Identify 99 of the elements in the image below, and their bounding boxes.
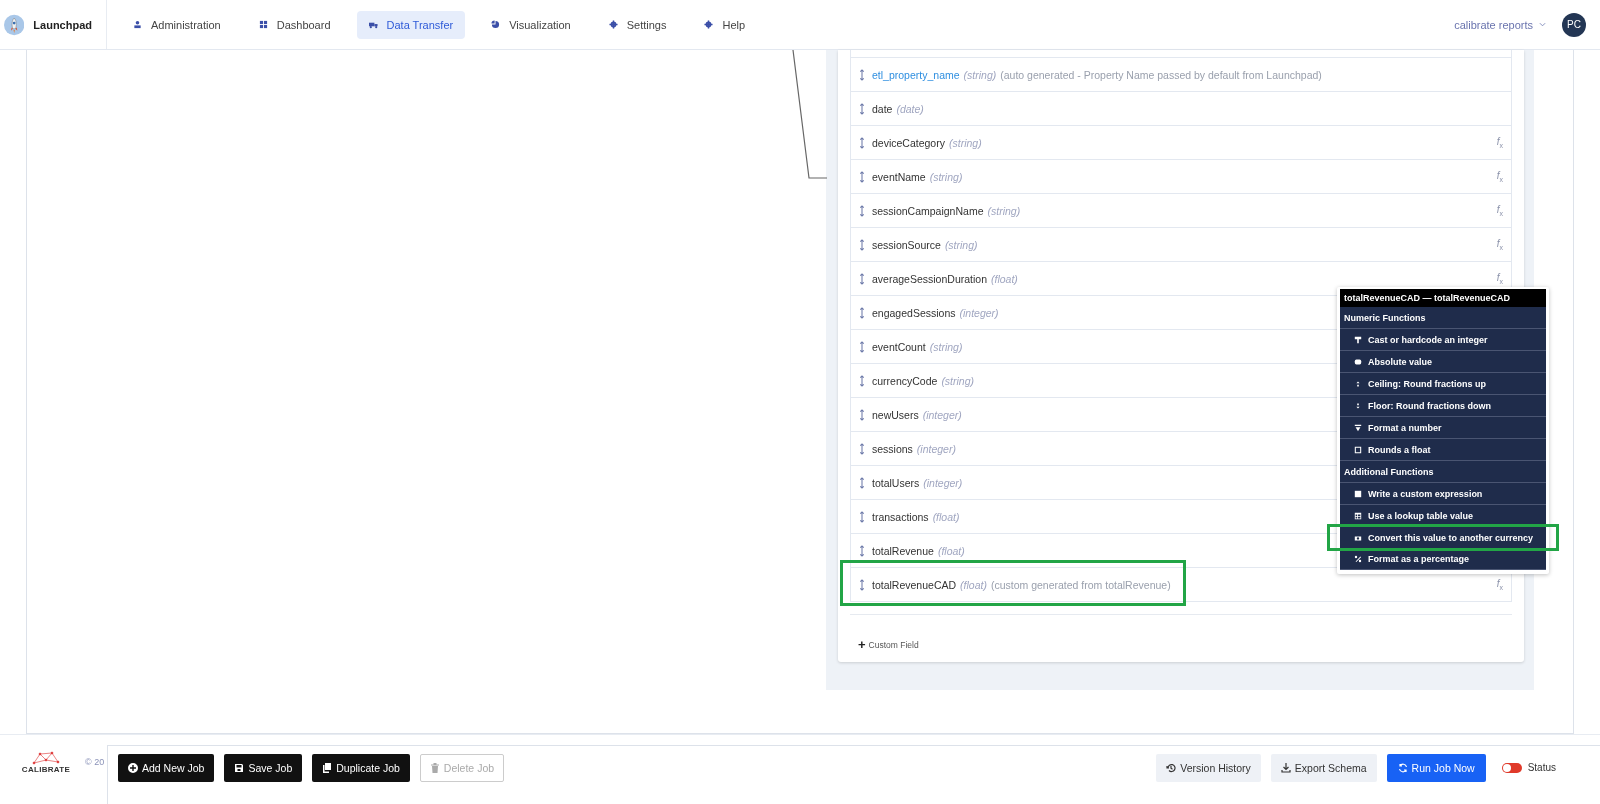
menu-item[interactable]: Cast or hardcode an integer: [1340, 329, 1546, 351]
down-icon: [1354, 401, 1362, 410]
field-type: (integer): [922, 408, 962, 421]
filter-icon: [1354, 423, 1362, 432]
refresh-icon: [1397, 763, 1408, 773]
action-button[interactable]: Duplicate Job: [312, 754, 410, 782]
nav-tab[interactable]: Data Transfer: [356, 10, 466, 39]
menu-item[interactable]: Use a lookup table value: [1340, 505, 1546, 527]
field-name: totalUsers: [872, 476, 920, 489]
nav-tab[interactable]: Visualization: [479, 10, 583, 39]
field-type: (string): [948, 136, 982, 149]
action-button[interactable]: Run Job Now: [1386, 754, 1486, 782]
drag-handle-icon[interactable]: [859, 204, 865, 217]
field-name: sessionSource: [872, 238, 941, 251]
add-custom-field-link[interactable]: + Custom Field: [858, 637, 919, 652]
field-name: eventName: [872, 170, 926, 183]
field-name: date: [872, 102, 893, 115]
nav-tab[interactable]: Dashboard: [246, 10, 343, 39]
menu-item[interactable]: Rounds a float: [1340, 439, 1546, 461]
pie-icon: [491, 20, 501, 29]
field-type: (float): [937, 544, 965, 557]
drag-handle-icon[interactable]: [859, 272, 865, 285]
field-name: currencyCode: [872, 374, 938, 387]
field-type: (string): [929, 170, 963, 183]
drag-handle-icon[interactable]: [859, 170, 865, 183]
cash-icon: [1354, 533, 1362, 542]
truck-icon: [368, 20, 378, 29]
drag-handle-icon[interactable]: [859, 306, 865, 319]
menu-title: totalRevenueCAD — totalRevenueCAD: [1340, 289, 1546, 307]
menu-item[interactable]: Absolute value: [1340, 351, 1546, 373]
field-name: eventCount: [872, 340, 926, 353]
up-icon: [1354, 379, 1362, 388]
field-note: (auto generated - Property Name passed by default from Launchpad): [1000, 68, 1322, 81]
field-type: (float): [932, 510, 960, 523]
drag-handle-icon[interactable]: [859, 442, 865, 455]
drag-handle-icon[interactable]: [859, 510, 865, 523]
history-icon: [1166, 763, 1177, 773]
copy-icon: [322, 763, 333, 773]
status-toggle[interactable]: [1501, 763, 1522, 773]
menu-item[interactable]: Ceiling: Round fractions up: [1340, 373, 1546, 395]
person-icon: [133, 20, 142, 29]
field-name: deviceCategory: [872, 136, 945, 149]
download-icon: [1280, 763, 1291, 773]
menu-item[interactable]: Format as a percentage: [1340, 548, 1546, 570]
nav-tab[interactable]: Help: [692, 10, 758, 39]
user-avatar[interactable]: PC: [1562, 12, 1586, 37]
menu-item[interactable]: Floor: Round fractions down: [1340, 395, 1546, 417]
field-note: (custom generated from totalRevenue): [990, 578, 1171, 591]
menu-item[interactable]: Write a custom expression: [1340, 483, 1546, 505]
drag-handle-icon[interactable]: [859, 544, 865, 557]
field-type: (float): [991, 272, 1018, 285]
drag-handle-icon[interactable]: [859, 238, 865, 251]
account-menu[interactable]: calibrate reports: [1454, 18, 1533, 31]
drag-handle-icon[interactable]: [859, 68, 865, 81]
calibrate-logo: CALIBRATE: [20, 751, 72, 774]
drag-handle-icon[interactable]: [859, 476, 865, 489]
action-button[interactable]: Export Schema: [1270, 754, 1377, 782]
field-name: newUsers: [872, 408, 919, 421]
field-type: (string): [941, 374, 975, 387]
field-type: (date): [896, 102, 924, 115]
nav-tab[interactable]: Administration: [121, 10, 233, 39]
action-button[interactable]: Version History: [1156, 754, 1261, 782]
field-type: (string): [929, 340, 963, 353]
menu-section-header: Additional Functions: [1340, 461, 1546, 483]
field-name: totalRevenue: [872, 544, 934, 557]
field-name: totalRevenueCAD: [872, 578, 957, 591]
drag-handle-icon[interactable]: [859, 102, 865, 115]
field-name: averageSessionDuration: [872, 272, 987, 285]
drag-handle-icon[interactable]: [859, 408, 865, 421]
drag-handle-icon[interactable]: [859, 340, 865, 353]
field-type: (integer): [916, 442, 956, 455]
field-type: (string): [963, 68, 997, 81]
menu-item[interactable]: Format a number: [1340, 417, 1546, 439]
copyright-text: © 20: [85, 757, 105, 767]
table-icon: [1354, 511, 1362, 520]
field-type: (integer): [959, 306, 999, 319]
drag-handle-icon[interactable]: [859, 578, 865, 591]
field-name[interactable]: etl_property_name: [872, 68, 960, 81]
drag-handle-icon[interactable]: [859, 136, 865, 149]
field-name: sessionCampaignName: [872, 204, 984, 217]
status-label: Status: [1527, 762, 1556, 773]
brand-name: Launchpad: [33, 18, 92, 31]
grid-icon: [258, 20, 268, 29]
trash-icon: [429, 763, 440, 773]
drag-handle-icon[interactable]: [859, 374, 865, 387]
field-name: engagedSessions: [872, 306, 956, 319]
field-type: (integer): [923, 476, 963, 489]
field-type: (string): [944, 238, 978, 251]
menu-section-header: Numeric Functions: [1340, 307, 1546, 329]
percent-icon: [1354, 554, 1362, 563]
field-type: (string): [987, 204, 1021, 217]
action-button[interactable]: Add New Job: [118, 754, 215, 782]
field-type: (float): [960, 578, 987, 591]
field-name: sessions: [872, 442, 913, 455]
plus-icon: [128, 763, 138, 773]
nav-tab[interactable]: Settings: [596, 10, 679, 39]
field-name: transactions: [872, 510, 929, 523]
caret-icon: [1539, 22, 1546, 27]
action-button[interactable]: Save Job: [224, 754, 303, 782]
